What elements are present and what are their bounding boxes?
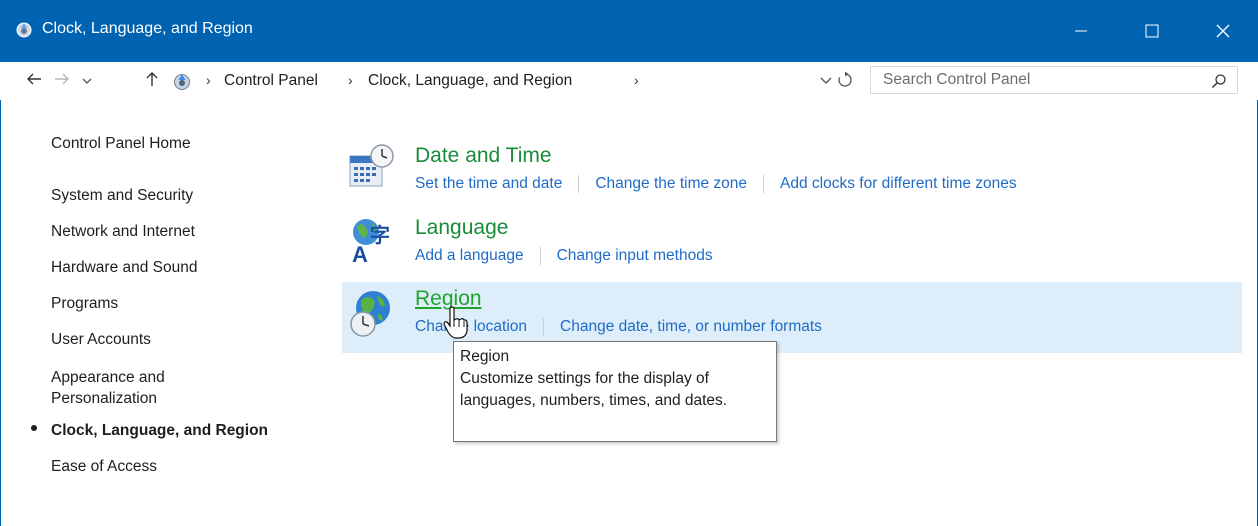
control-panel-icon [15,20,33,38]
window-title: Clock, Language, and Region [42,20,253,37]
svg-text:字: 字 [370,223,390,247]
back-button[interactable] [22,69,46,93]
maximize-button[interactable] [1129,13,1175,49]
tooltip-text: Customize settings for the display of la… [460,370,728,409]
category-language: 字 A Language Add a language Change input … [342,212,1242,272]
address-history-button[interactable] [818,73,834,89]
breadcrumb-separator-icon[interactable]: › [634,72,639,88]
hand-cursor-icon [443,306,469,340]
sidebar-item-control-panel-home[interactable]: Control Panel Home [51,133,191,154]
tooltip-title: Region [460,348,510,365]
region-globe-icon [346,286,398,338]
close-button[interactable] [1200,13,1246,49]
sidebar [0,100,330,526]
forward-arrow-icon [54,72,70,91]
breadcrumb-control-panel[interactable]: Control Panel [224,72,318,90]
language-icon: 字 A [346,214,398,267]
link-divider [539,247,541,265]
change-input-methods-link[interactable]: Change input methods [557,247,713,264]
sidebar-item-appearance-personalization[interactable]: Appearance and Personalization [51,367,211,409]
up-arrow-icon [145,71,159,92]
active-bullet [31,425,37,431]
sidebar-item-ease-of-access[interactable]: Ease of Access [51,456,157,477]
date-time-icon [346,142,398,194]
breadcrumb-separator-icon[interactable]: › [206,72,211,88]
breadcrumb-clock-language-region[interactable]: Clock, Language, and Region [368,72,572,90]
close-icon [1216,24,1230,38]
change-time-zone-link[interactable]: Change the time zone [595,175,747,192]
change-formats-link[interactable]: Change date, time, or number formats [560,318,822,335]
sidebar-item-hardware-sound[interactable]: Hardware and Sound [51,257,198,278]
category-date-time: Date and Time Set the time and date Chang… [342,140,1242,200]
refresh-icon[interactable] [836,71,854,89]
add-clocks-link[interactable]: Add clocks for different time zones [780,175,1017,192]
breadcrumb-separator-icon[interactable]: › [348,72,353,88]
chevron-down-icon [82,72,92,90]
search-input[interactable]: Search Control Panel [870,66,1238,94]
recent-locations-button[interactable] [78,69,96,93]
search-icon[interactable] [1211,73,1227,89]
set-time-date-link[interactable]: Set the time and date [415,175,562,192]
link-divider [763,175,765,193]
language-title[interactable]: Language [415,216,508,240]
change-location-link[interactable]: Change location [415,318,527,335]
sidebar-item-user-accounts[interactable]: User Accounts [51,329,151,350]
date-time-title[interactable]: Date and Time [415,144,552,168]
minimize-button[interactable] [1058,13,1104,49]
back-arrow-icon [26,72,42,91]
link-divider [578,175,580,193]
forward-button[interactable] [50,69,74,93]
link-divider [543,318,545,336]
add-language-link[interactable]: Add a language [415,247,524,264]
sidebar-item-network-internet[interactable]: Network and Internet [51,221,195,242]
sidebar-item-programs[interactable]: Programs [51,293,118,314]
sidebar-item-clock-language-region: Clock, Language, and Region [51,422,269,439]
address-field[interactable]: › Control Panel › Clock, Language, and R… [172,68,852,94]
search-placeholder: Search Control Panel [883,71,1031,88]
maximize-icon [1145,24,1159,38]
up-button[interactable] [140,69,164,93]
svg-text:A: A [352,242,368,266]
language-links: Add a language Change input methods [415,247,713,265]
title-bar: Clock, Language, and Region [0,0,1258,62]
region-links: Change location Change date, time, or num… [415,318,822,336]
region-tooltip: Region Customize settings for the displa… [453,341,777,442]
date-time-links: Set the time and date Change the time zon… [415,175,1017,193]
sidebar-item-system-security[interactable]: System and Security [51,185,193,206]
control-panel-icon [172,71,192,91]
minimize-icon [1075,25,1087,37]
